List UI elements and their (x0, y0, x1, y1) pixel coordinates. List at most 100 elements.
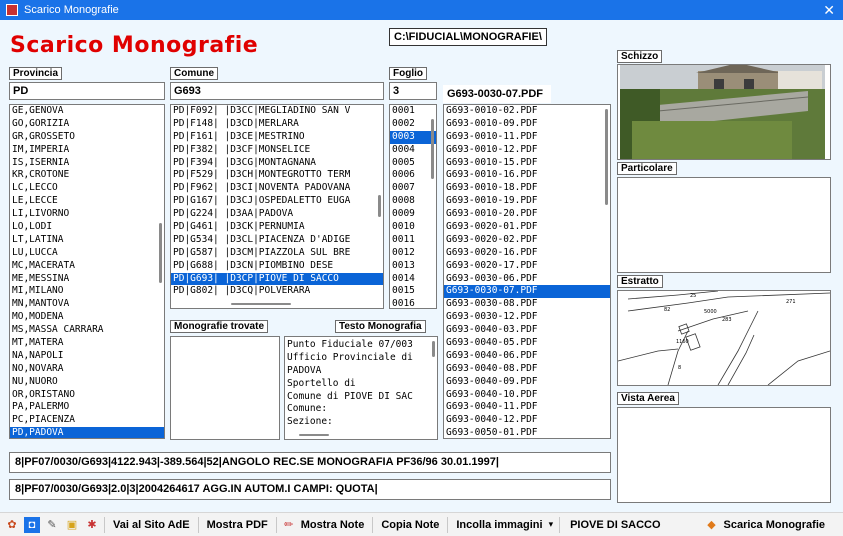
provincia-list-item[interactable]: MC,MACERATA (10, 260, 164, 273)
provincia-list-item[interactable]: IS,ISERNIA (10, 157, 164, 170)
provincia-list-item[interactable]: NO,NOVARA (10, 363, 164, 376)
provincia-list-item[interactable]: GE,GENOVA (10, 105, 164, 118)
pdf-list-item[interactable]: G693-0020-16.PDF (444, 247, 610, 260)
paperclip-icon[interactable]: ✎ (44, 517, 60, 533)
provincia-list-item[interactable]: MO,MODENA (10, 311, 164, 324)
comune-list-item[interactable]: PD|G688| |D3CN|PIOMBINO DESE (171, 260, 383, 273)
pdf-list-item[interactable]: G693-0040-08.PDF (444, 363, 610, 376)
monografie-trovate-list[interactable] (170, 336, 280, 440)
pdf-list-item[interactable]: G693-0010-20.PDF (444, 208, 610, 221)
comune-list-item[interactable]: PD|F148| |D3CD|MERLARA (171, 118, 383, 131)
pdf-list-item[interactable]: G693-0010-15.PDF (444, 157, 610, 170)
pdf-list-item[interactable]: G693-0030-08.PDF (444, 298, 610, 311)
comune-list-item[interactable]: PD|G802| |D3CQ|POLVERARA (171, 285, 383, 298)
pdf-list[interactable]: G693-0010-02.PDF G693-0010-09.PDF G693-001… (443, 104, 611, 439)
foglio-list-item[interactable]: 0001 (390, 105, 436, 118)
schizzo-image[interactable] (617, 64, 831, 160)
pdf-list-item[interactable]: G693-0030-07.PDF (444, 285, 610, 299)
provincia-list-item[interactable]: NA,NAPOLI (10, 350, 164, 363)
incolla-immagini-button[interactable]: Incolla immagini (452, 519, 546, 531)
comune-input[interactable]: G693 (170, 82, 384, 100)
pdf-list-item[interactable]: G693-0010-18.PDF (444, 182, 610, 195)
foglio-list-item[interactable]: 0003 (390, 130, 436, 144)
foglio-list-item[interactable]: 0007 (390, 182, 436, 195)
mostra-pdf-button[interactable]: Mostra PDF (203, 519, 272, 531)
foglio-list-item[interactable]: 0004 (390, 144, 436, 157)
provincia-list-item[interactable]: ME,MESSINA (10, 273, 164, 286)
comune-list-item[interactable]: PD|F394| |D3CG|MONTAGNANA (171, 157, 383, 170)
testo-hscrollbar[interactable] (299, 434, 329, 436)
comune-list-item[interactable]: PD|F161| |D3CE|MESTRINO (171, 131, 383, 144)
foglio-list-item[interactable]: 0014 (390, 273, 436, 286)
comune-list-item[interactable]: PD|G693| |D3CP|PIOVE DI SACCO (171, 272, 383, 286)
provincia-list-item[interactable]: LI,LIVORNO (10, 208, 164, 221)
pdf-list-item[interactable]: G693-0020-01.PDF (444, 221, 610, 234)
testo-monografia-text[interactable]: Punto Fiduciale 07/003 Ufficio Provincial… (284, 336, 438, 440)
comune-list-item[interactable]: PD|F092| |D3CC|MEGLIADINO SAN V (171, 105, 383, 118)
provincia-list-item[interactable]: MT,MATERA (10, 337, 164, 350)
provincia-list-item[interactable]: NU,NUORO (10, 376, 164, 389)
pdf-list-item[interactable]: G693-0040-05.PDF (444, 337, 610, 350)
pdf-list-item[interactable]: G693-0010-11.PDF (444, 131, 610, 144)
estratto-map[interactable]: 25 271 82 5000 283 1160 8 (617, 290, 831, 386)
scarica-monografie-button[interactable]: Scarica Monografie (720, 519, 843, 531)
pdf-list-item[interactable]: G693-0010-19.PDF (444, 195, 610, 208)
pdf-list-item[interactable]: G693-0040-12.PDF (444, 414, 610, 427)
provincia-list[interactable]: GE,GENOVA GO,GORIZIA GR,GROSSETO IM,IMPERIA… (9, 104, 165, 439)
foglio-list-item[interactable]: 0010 (390, 221, 436, 234)
foglio-list-item[interactable]: 0016 (390, 298, 436, 308)
comune-list-item[interactable]: PD|G224| |D3AA|PADOVA (171, 208, 383, 221)
chevron-down-icon[interactable]: ▾ (547, 519, 556, 530)
provincia-list-item[interactable]: LO,LODI (10, 221, 164, 234)
foglio-list[interactable]: 0001 0002 0003 0004 0005 0006 0007 0008 0009 0010… (389, 104, 437, 309)
comune-list-item[interactable]: PD|F529| |D3CH|MONTEGROTTO TERM (171, 169, 383, 182)
close-icon[interactable]: ✕ (823, 2, 835, 19)
comune-hscrollbar[interactable] (231, 303, 291, 305)
pdf-list-item[interactable]: G693-0040-11.PDF (444, 401, 610, 414)
pdf-list-item[interactable]: G693-0040-10.PDF (444, 389, 610, 402)
comune-list-item[interactable]: PD|F962| |D3CI|NOVENTA PADOVANA (171, 182, 383, 195)
provincia-scrollbar[interactable] (159, 223, 162, 283)
folder-icon[interactable]: ▣ (64, 517, 80, 533)
pdf-scrollbar[interactable] (605, 109, 608, 205)
provincia-list-item[interactable]: MS,MASSA CARRARA (10, 324, 164, 337)
provincia-list-item[interactable]: GO,GORIZIA (10, 118, 164, 131)
copia-note-button[interactable]: Copia Note (377, 519, 443, 531)
foglio-list-item[interactable]: 0015 (390, 285, 436, 298)
comune-list-item[interactable]: PD|G461| |D3CK|PERNUMIA (171, 221, 383, 234)
pdf-list-item[interactable]: G693-0040-09.PDF (444, 376, 610, 389)
comune-list-item[interactable]: PD|G534| |D3CL|PIACENZA D'ADIGE (171, 234, 383, 247)
comune-list-item[interactable]: PD|G167| |D3CJ|OSPEDALETTO EUGA (171, 195, 383, 208)
comune-list-item[interactable]: PD|F382| |D3CF|MONSELICE (171, 144, 383, 157)
pdf-list-item[interactable]: G693-0040-03.PDF (444, 324, 610, 337)
provincia-list-item[interactable]: PA,PALERMO (10, 401, 164, 414)
foglio-list-item[interactable]: 0005 (390, 157, 436, 170)
provincia-list-item[interactable]: PD,PADOVA (10, 427, 164, 438)
pdf-list-item[interactable]: G693-0020-02.PDF (444, 234, 610, 247)
provincia-list-item[interactable]: PC,PIACENZA (10, 414, 164, 427)
comune-list[interactable]: PD|F092| |D3CC|MEGLIADINO SAN V PD|F148| … (170, 104, 384, 309)
pdf-list-item[interactable]: G693-0030-12.PDF (444, 311, 610, 324)
provincia-list-item[interactable]: LE,LECCE (10, 195, 164, 208)
provincia-list-item[interactable]: LC,LECCO (10, 182, 164, 195)
provincia-list-item[interactable]: OR,ORISTANO (10, 389, 164, 402)
foglio-list-item[interactable]: 0011 (390, 234, 436, 247)
testo-scrollbar[interactable] (432, 341, 435, 357)
pdf-list-item[interactable]: G693-0010-12.PDF (444, 144, 610, 157)
provincia-list-item[interactable]: LT,LATINA (10, 234, 164, 247)
tools-icon[interactable]: ✿ (4, 517, 20, 533)
foglio-list-item[interactable]: 0002 (390, 118, 436, 131)
pdf-list-item[interactable]: G693-0020-17.PDF (444, 260, 610, 273)
foglio-list-item[interactable]: 0012 (390, 247, 436, 260)
provincia-list-item[interactable]: MI,MILANO (10, 285, 164, 298)
download-icon[interactable]: ◆ (704, 517, 720, 533)
foglio-list-item[interactable]: 0013 (390, 260, 436, 273)
foglio-list-item[interactable]: 0006 (390, 169, 436, 182)
pdf-list-item[interactable]: G693-0040-06.PDF (444, 350, 610, 363)
foglio-list-item[interactable]: 0009 (390, 208, 436, 221)
provincia-list-item[interactable]: IM,IMPERIA (10, 144, 164, 157)
vista-aerea-image[interactable] (617, 407, 831, 503)
particolare-image[interactable] (617, 177, 831, 273)
comune-scrollbar[interactable] (378, 195, 381, 217)
pdf-list-item[interactable]: G693-0010-09.PDF (444, 118, 610, 131)
